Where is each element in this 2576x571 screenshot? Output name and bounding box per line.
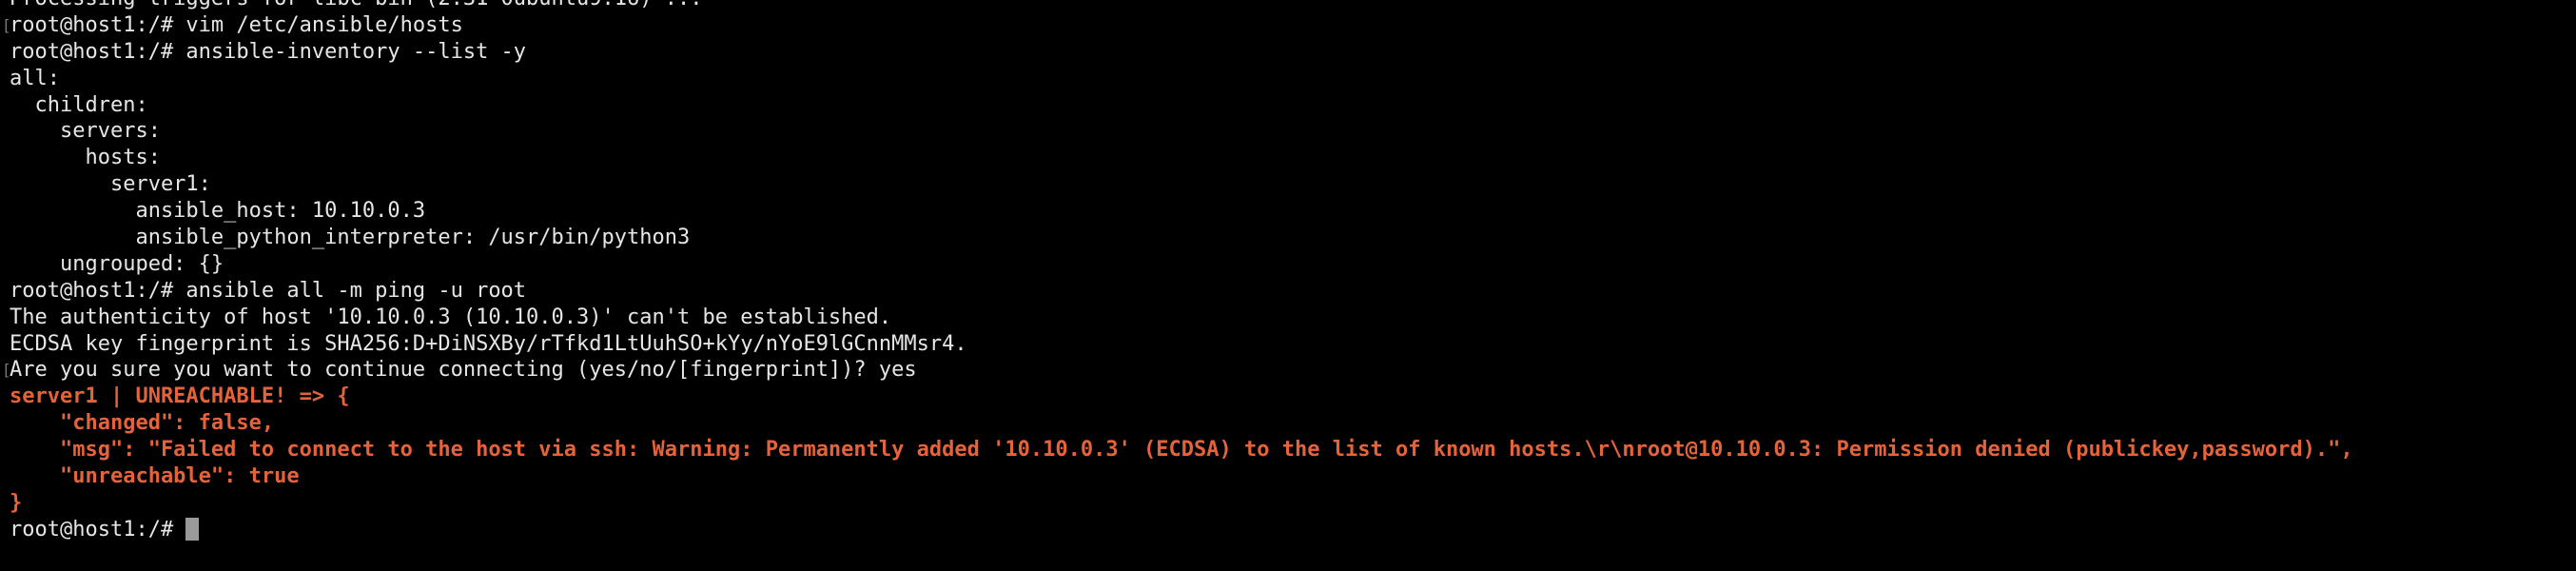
terminal-line: [root@host1:/# vim /etc/ansible/hosts	[2, 12, 463, 37]
terminal-line: all:	[10, 66, 60, 90]
terminal-line: Processing triggers for libc-bin (2.31-0…	[10, 0, 2576, 12]
terminal-line: ECDSA key fingerprint is SHA256:D+DiNSXB…	[10, 331, 967, 356]
terminal-line: ungrouped: {}	[10, 251, 224, 276]
terminal-line: ansible_python_interpreter: /usr/bin/pyt…	[10, 226, 691, 250]
terminal-line: The authenticity of host '10.10.0.3 (10.…	[10, 305, 892, 329]
terminal-window[interactable]: Processing triggers for libc-bin (2.31-0…	[0, 0, 2576, 571]
error-line: }	[10, 490, 23, 515]
terminal-line: root@host1:/# ansible-inventory --list -…	[10, 39, 527, 64]
prompt-line[interactable]: root@host1:/#	[10, 517, 2576, 543]
terminal-line: ansible_host: 10.10.0.3	[10, 199, 426, 224]
error-line: "msg": "Failed to connect to the host vi…	[10, 438, 2353, 463]
error-line: "unreachable": true	[10, 464, 300, 489]
line-marker-icon: [	[2, 15, 11, 34]
terminal-output: Processing triggers for libc-bin (2.31-0…	[2, 0, 2576, 543]
terminal-line: children:	[10, 92, 148, 117]
terminal-line: [Are you sure you want to continue conne…	[2, 358, 917, 383]
prompt-text: root@host1:/#	[10, 517, 186, 541]
terminal-line: server1:	[10, 172, 211, 197]
line-marker-icon: [	[2, 361, 11, 380]
terminal-line: hosts:	[10, 146, 161, 170]
terminal-line: root@host1:/# ansible all -m ping -u roo…	[10, 278, 527, 303]
cursor-icon	[185, 517, 200, 541]
terminal-line: servers:	[10, 119, 161, 144]
error-line: server1 | UNREACHABLE! => {	[10, 384, 350, 409]
error-line: "changed": false,	[10, 411, 275, 436]
